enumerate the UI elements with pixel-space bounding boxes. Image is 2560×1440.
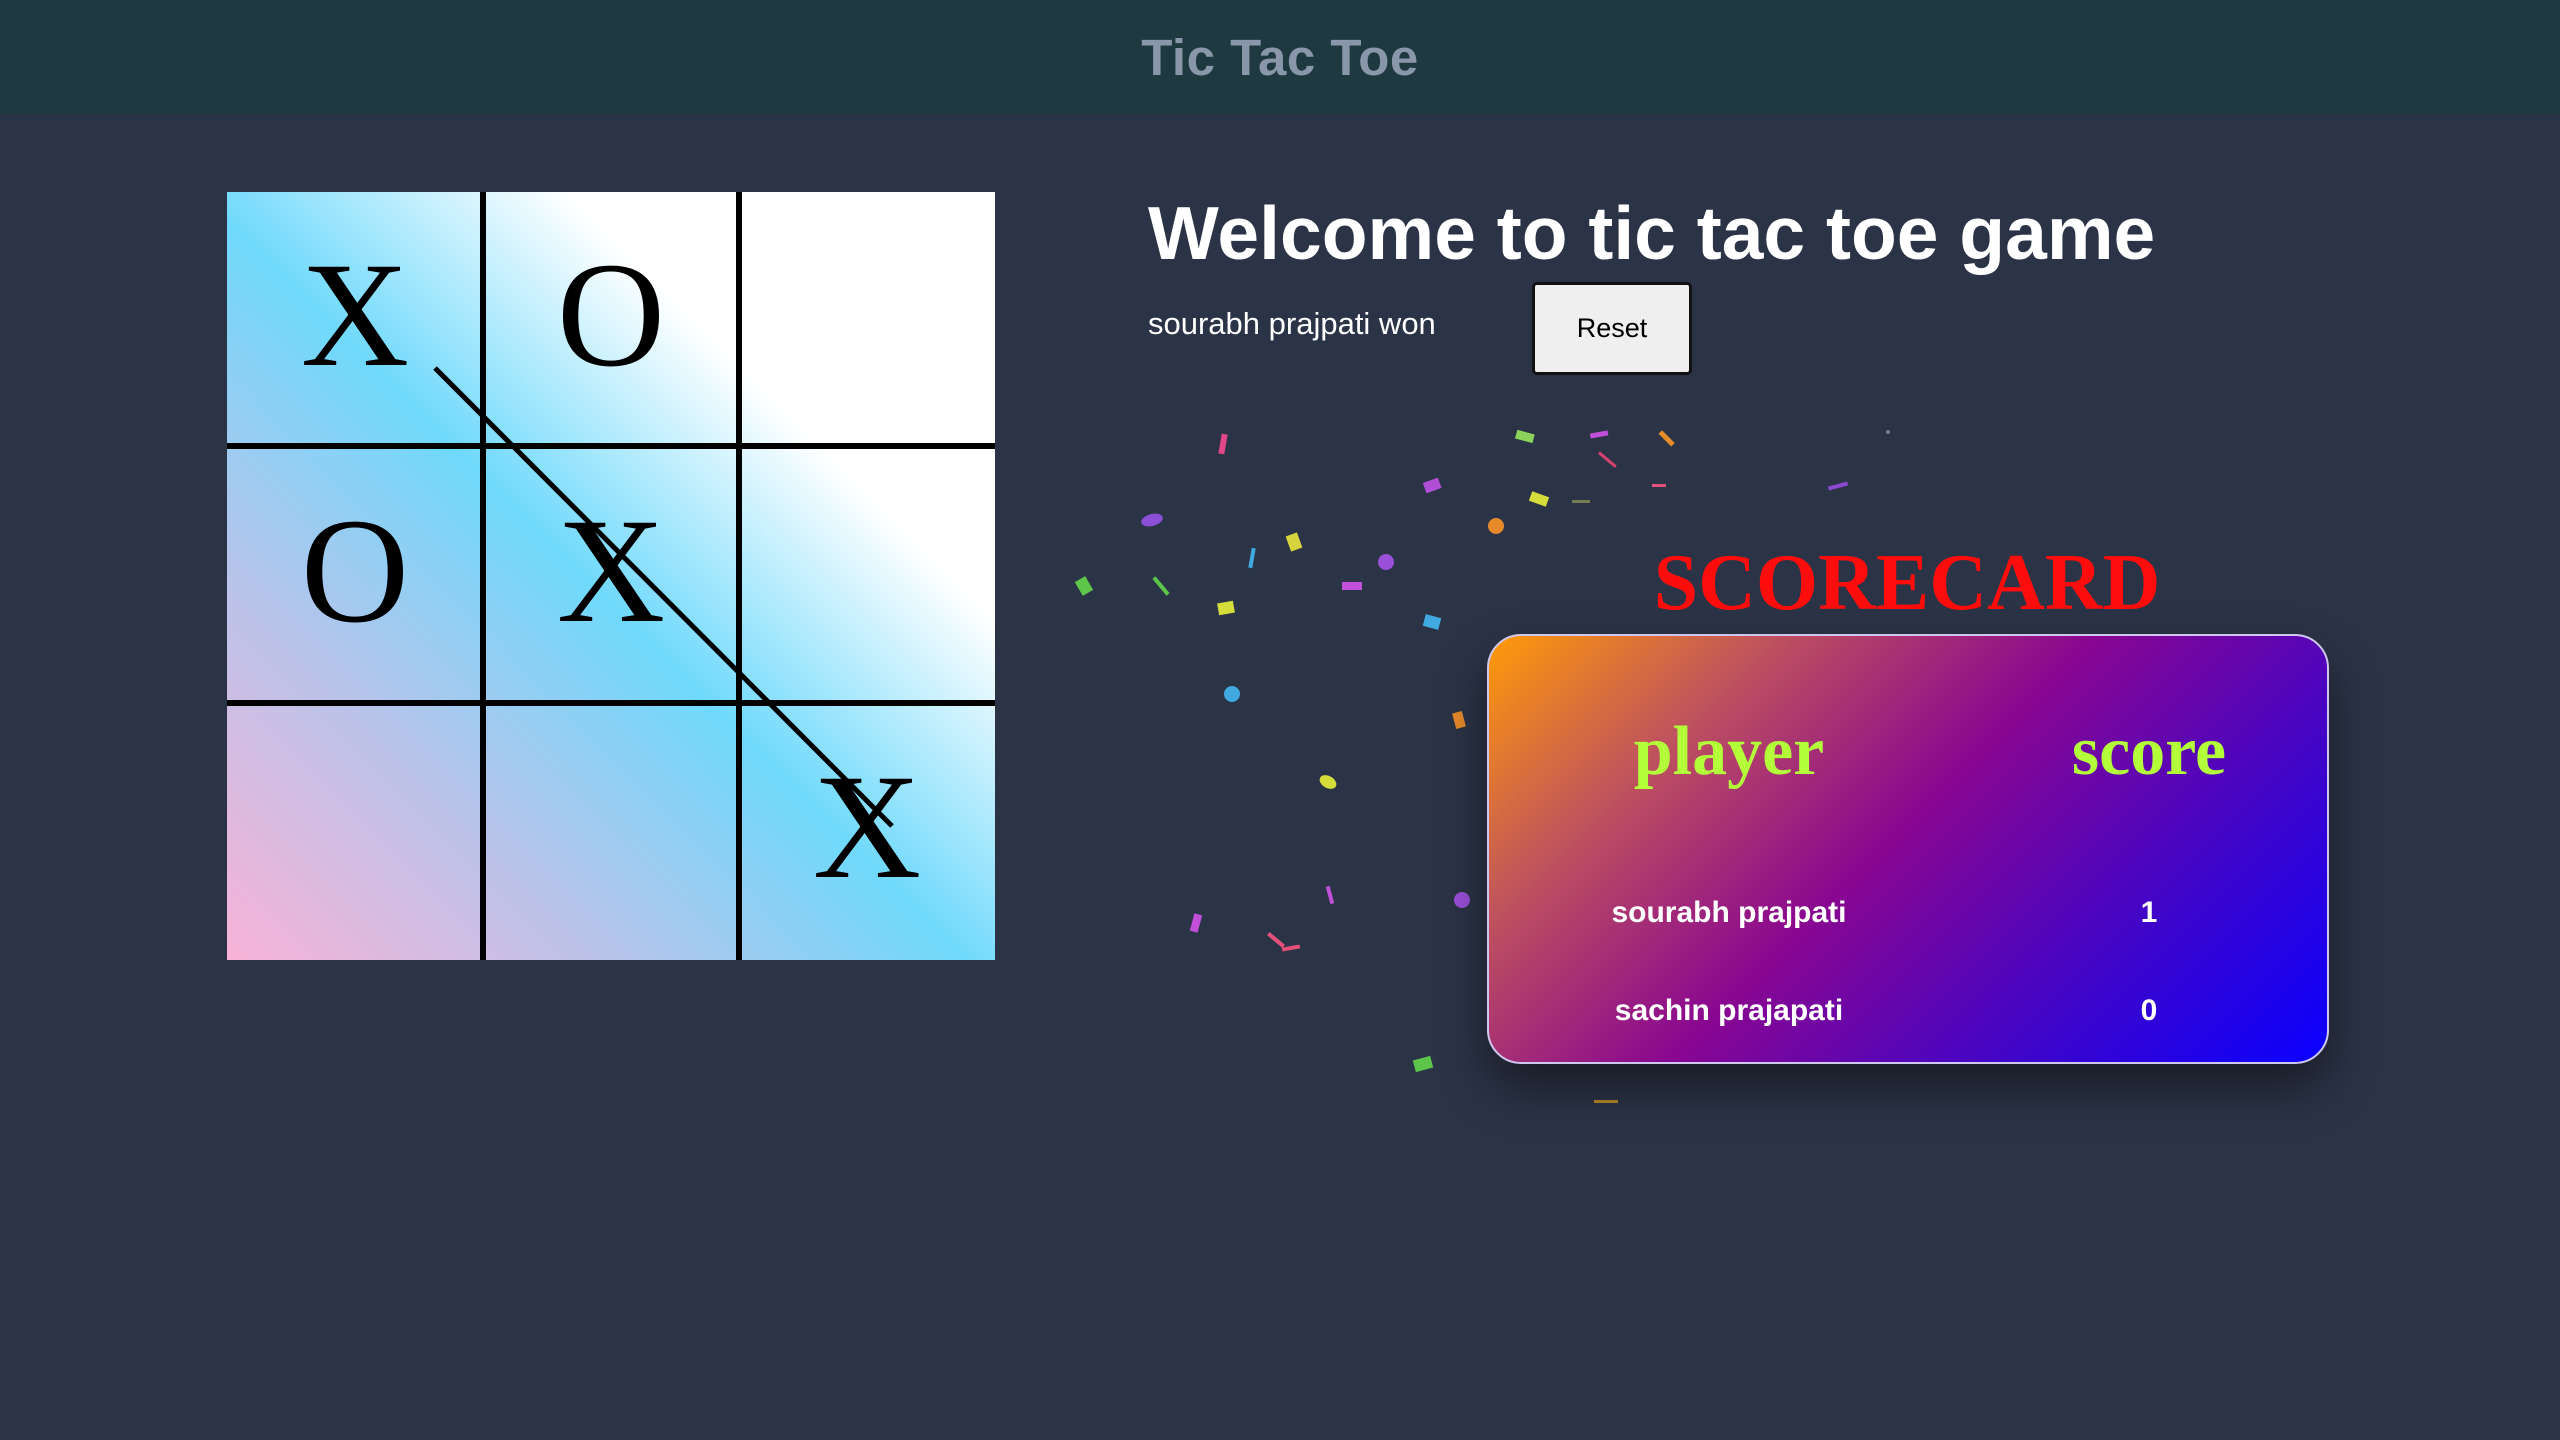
scorecard-heading: SCORECARD [1653,539,2161,627]
cell-mark: O [300,488,410,654]
column-header-player: player [1633,713,1825,790]
welcome-heading: Welcome to tic tac toe game [1148,191,2156,275]
reset-button[interactable]: Reset [1532,282,1692,375]
cell-mark: X [556,488,666,654]
board-cell-1[interactable]: O [483,192,739,448]
board-cell-0[interactable]: X [227,192,483,448]
grid-line-vertical [736,192,742,960]
grid-line-horizontal [227,443,995,449]
player-name: sourabh prajpati [1611,896,1847,929]
cell-mark: X [812,744,922,910]
cell-mark: X [300,232,410,398]
column-header-score: score [2071,713,2227,790]
board-cell-3[interactable]: O [227,448,483,704]
board-cell-4[interactable]: X [483,448,739,704]
app-title: Tic Tac Toe [1141,28,1419,86]
game-status-text: sourabh prajpati won [1148,306,1436,341]
grid-line-vertical [480,192,486,960]
board-cell-6[interactable] [227,704,483,960]
navbar: Tic Tac Toe [0,0,2560,114]
scorecard-table: player score sourabh prajpati 1 sachin p… [1487,634,2329,1064]
player-name: sachin prajapati [1614,994,1844,1027]
board-cell-2[interactable] [739,192,995,448]
grid-line-horizontal [227,700,995,706]
game-board: X O O X X [227,192,995,960]
player-score: 1 [2140,896,2158,929]
board-cell-7[interactable] [483,704,739,960]
board-cell-8[interactable]: X [739,704,995,960]
player-score: 0 [2140,994,2158,1027]
cell-mark: O [556,232,666,398]
board-cell-5[interactable] [739,448,995,704]
